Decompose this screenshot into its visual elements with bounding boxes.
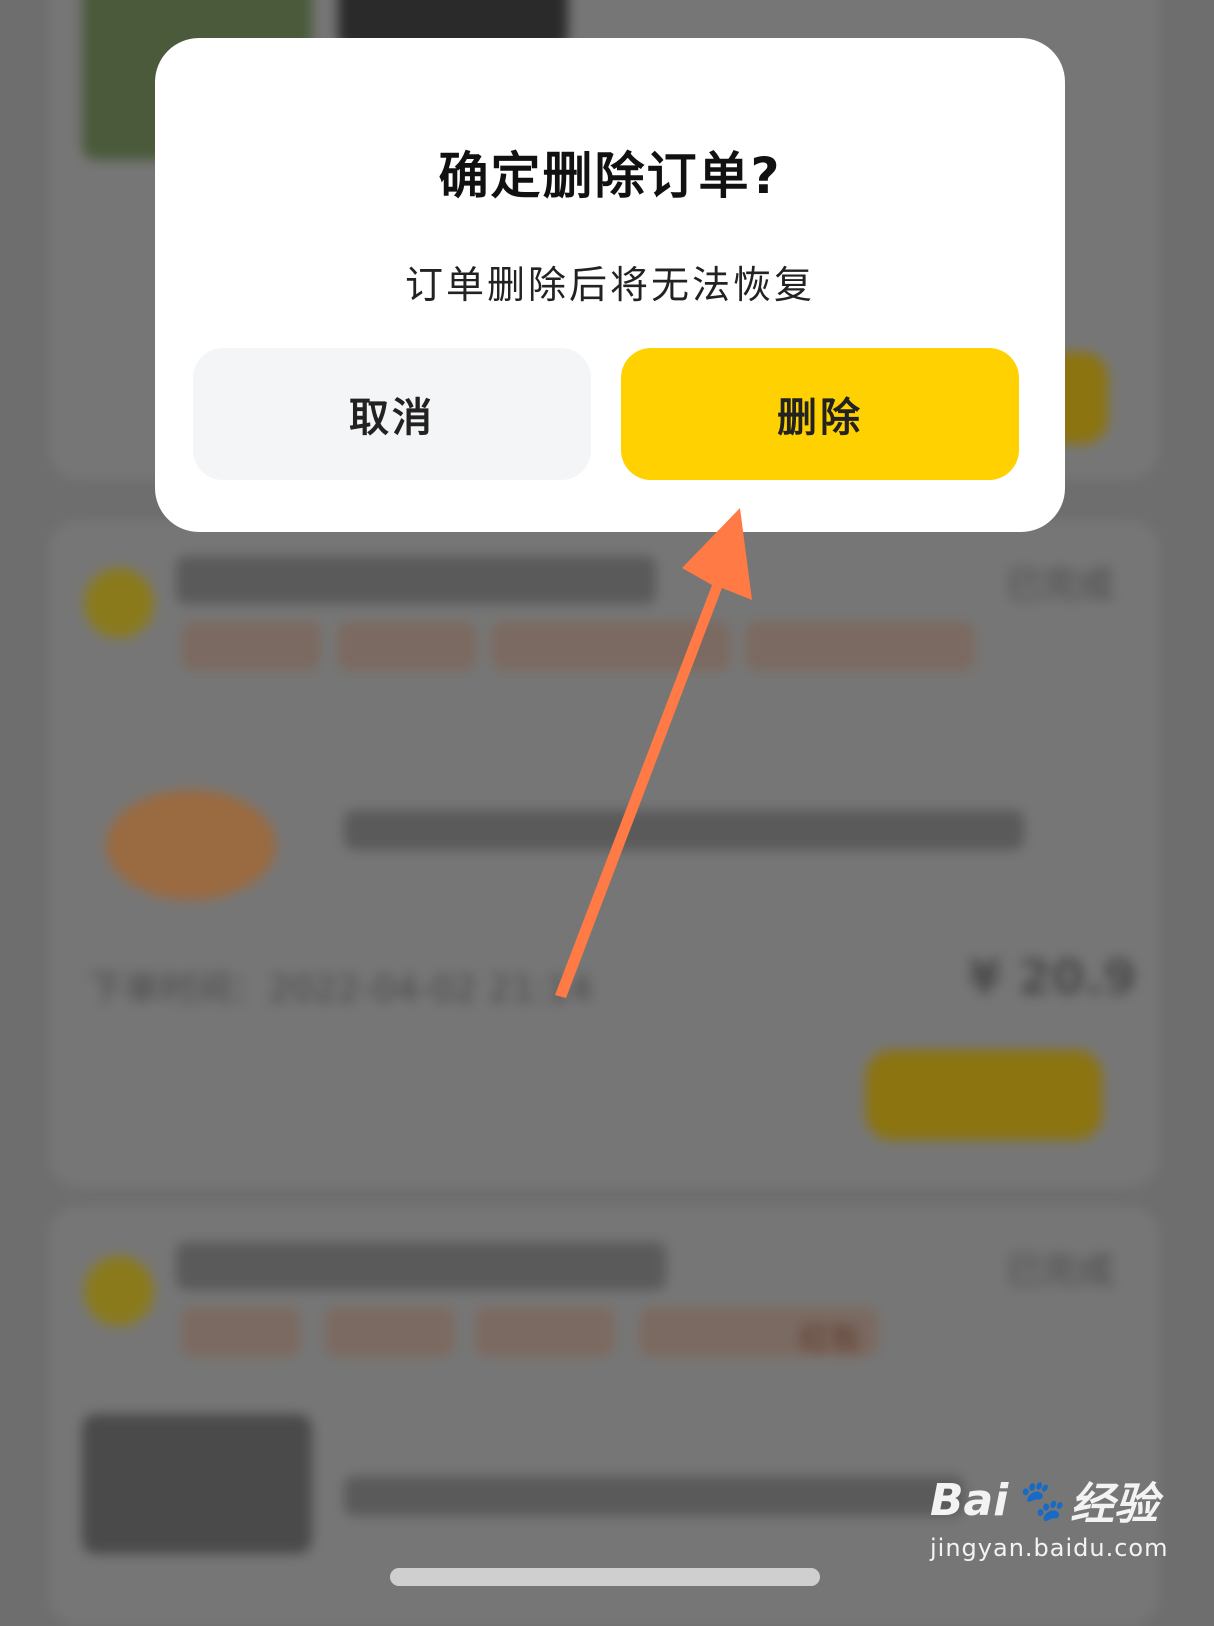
- delete-button[interactable]: 删除: [621, 348, 1019, 480]
- watermark-url: jingyan.baidu.com: [930, 1534, 1169, 1562]
- item-name: [344, 1476, 964, 1516]
- delete-order-dialog: 确定删除订单? 订单删除后将无法恢复 取消 删除: [155, 38, 1065, 532]
- store-tag: [748, 624, 972, 668]
- food-image: [82, 1414, 312, 1554]
- baidu-jingyan-watermark: Bai 🐾 经验 jingyan.baidu.com: [930, 1468, 1169, 1563]
- order-total: ¥ 20.9: [968, 950, 1137, 1006]
- order-card: 已完成 红包: [48, 1206, 1160, 1626]
- store-logo: [84, 1256, 154, 1326]
- dialog-title: 确定删除订单?: [438, 147, 782, 205]
- order-status: 已完成: [1006, 565, 1115, 606]
- watermark-brand-suffix: 经验: [1070, 1479, 1159, 1530]
- store-logo: [84, 568, 154, 638]
- store-tag: [478, 1310, 612, 1354]
- order-status: 已完成: [1006, 1251, 1115, 1292]
- store-tag: [340, 624, 474, 668]
- item-name: [344, 810, 1024, 850]
- reorder-button[interactable]: [866, 1050, 1102, 1140]
- store-tag: [184, 624, 318, 668]
- watermark-brand: Bai: [930, 1474, 1009, 1526]
- food-image: [106, 790, 276, 900]
- cancel-button[interactable]: 取消: [193, 348, 591, 480]
- order-time: 下单时间：2022-04-02 21:14: [88, 969, 593, 1010]
- store-tag: [184, 1310, 298, 1354]
- tag-label: 红包: [800, 1322, 860, 1357]
- paw-icon: 🐾: [1014, 1477, 1065, 1524]
- dialog-subtitle: 订单删除后将无法恢复: [404, 263, 815, 307]
- store-tag: [328, 1310, 452, 1354]
- store-tag: 红包: [642, 1310, 876, 1357]
- store-name: [176, 1242, 666, 1290]
- store-tag: [494, 624, 728, 668]
- home-indicator[interactable]: [390, 1568, 820, 1586]
- order-card: 已完成 下单时间：2022-04-02 21:14 ¥ 20.9: [48, 520, 1160, 1188]
- store-name: [176, 556, 656, 604]
